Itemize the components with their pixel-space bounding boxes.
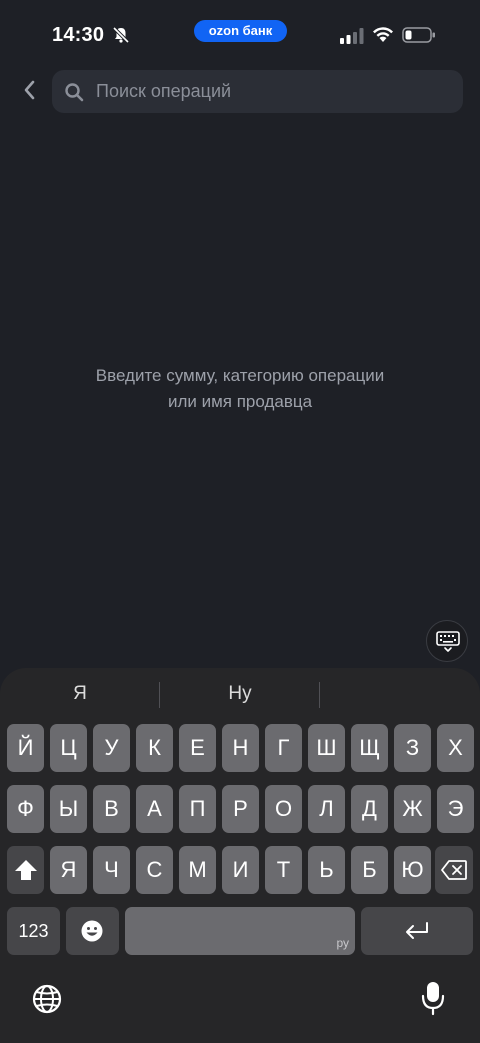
- key-letter[interactable]: Э: [437, 785, 474, 833]
- globe-icon[interactable]: [31, 983, 63, 1015]
- key-letter[interactable]: Р: [222, 785, 259, 833]
- bell-muted-icon: [112, 26, 130, 44]
- key-letter[interactable]: И: [222, 846, 259, 894]
- key-letter[interactable]: Н: [222, 724, 259, 772]
- key-letter[interactable]: Ь: [308, 846, 345, 894]
- key-letter[interactable]: П: [179, 785, 216, 833]
- empty-state-hint: Введите сумму, категорию операции или им…: [40, 363, 440, 415]
- key-letter[interactable]: Ю: [394, 846, 431, 894]
- numbers-key[interactable]: 123: [7, 907, 60, 955]
- key-letter[interactable]: М: [179, 846, 216, 894]
- on-screen-keyboard: Я Ну ЙЦУКЕНГШЩЗХ ФЫВАПРОЛДЖЭ ЯЧСМИТЬБЮ 1…: [0, 668, 480, 1043]
- brand-badge[interactable]: ozon банк: [194, 20, 287, 42]
- search-bar[interactable]: [52, 70, 463, 113]
- key-letter[interactable]: Щ: [351, 724, 388, 772]
- key-letter[interactable]: С: [136, 846, 173, 894]
- backspace-icon: [441, 860, 467, 880]
- suggestion-1[interactable]: Я: [0, 676, 160, 712]
- key-letter[interactable]: Е: [179, 724, 216, 772]
- suggestion-3[interactable]: [320, 676, 480, 712]
- status-time: 14:30: [52, 24, 105, 46]
- key-letter[interactable]: Х: [437, 724, 474, 772]
- space-language-label: ру: [336, 936, 349, 950]
- key-letter[interactable]: Ш: [308, 724, 345, 772]
- backspace-key[interactable]: [435, 846, 473, 894]
- key-letter[interactable]: З: [394, 724, 431, 772]
- emoji-icon: [81, 920, 103, 942]
- key-letter[interactable]: Ж: [394, 785, 431, 833]
- search-icon: [65, 83, 84, 102]
- key-letter[interactable]: У: [93, 724, 130, 772]
- hint-line-1: Введите сумму, категорию операции: [95, 366, 385, 385]
- key-letter[interactable]: К: [136, 724, 173, 772]
- return-key[interactable]: [361, 907, 473, 955]
- key-letter[interactable]: Ч: [93, 846, 130, 894]
- key-letter[interactable]: Г: [265, 724, 302, 772]
- key-letter[interactable]: О: [265, 785, 302, 833]
- keyboard-dismiss-button[interactable]: [426, 620, 468, 662]
- key-letter[interactable]: Я: [50, 846, 87, 894]
- status-bar: 14:30 ozon банк: [0, 0, 480, 64]
- key-letter[interactable]: Ц: [50, 724, 87, 772]
- microphone-icon[interactable]: [420, 980, 446, 1016]
- key-letter[interactable]: Б: [351, 846, 388, 894]
- key-letter[interactable]: Т: [265, 846, 302, 894]
- emoji-key[interactable]: [66, 907, 119, 955]
- cellular-signal-icon: [340, 28, 364, 44]
- key-letter[interactable]: А: [136, 785, 173, 833]
- search-input[interactable]: [96, 70, 446, 113]
- key-letter[interactable]: Й: [7, 724, 44, 772]
- suggestion-2[interactable]: Ну: [160, 676, 320, 712]
- hint-line-2: или имя продавца: [167, 392, 313, 411]
- shift-icon: [15, 860, 37, 880]
- battery-low-icon: [402, 27, 435, 43]
- key-letter[interactable]: Ф: [7, 785, 44, 833]
- key-letter[interactable]: Ы: [50, 785, 87, 833]
- key-letter[interactable]: Д: [351, 785, 388, 833]
- keyboard-dismiss-icon: [436, 631, 460, 652]
- key-letter[interactable]: В: [93, 785, 130, 833]
- wifi-icon: [373, 27, 393, 42]
- chevron-left-icon[interactable]: [14, 74, 46, 106]
- return-icon: [406, 922, 428, 939]
- shift-key[interactable]: [7, 846, 44, 894]
- suggestion-bar: Я Ну: [0, 676, 480, 712]
- key-letter[interactable]: Л: [308, 785, 345, 833]
- space-key[interactable]: ру: [125, 907, 355, 955]
